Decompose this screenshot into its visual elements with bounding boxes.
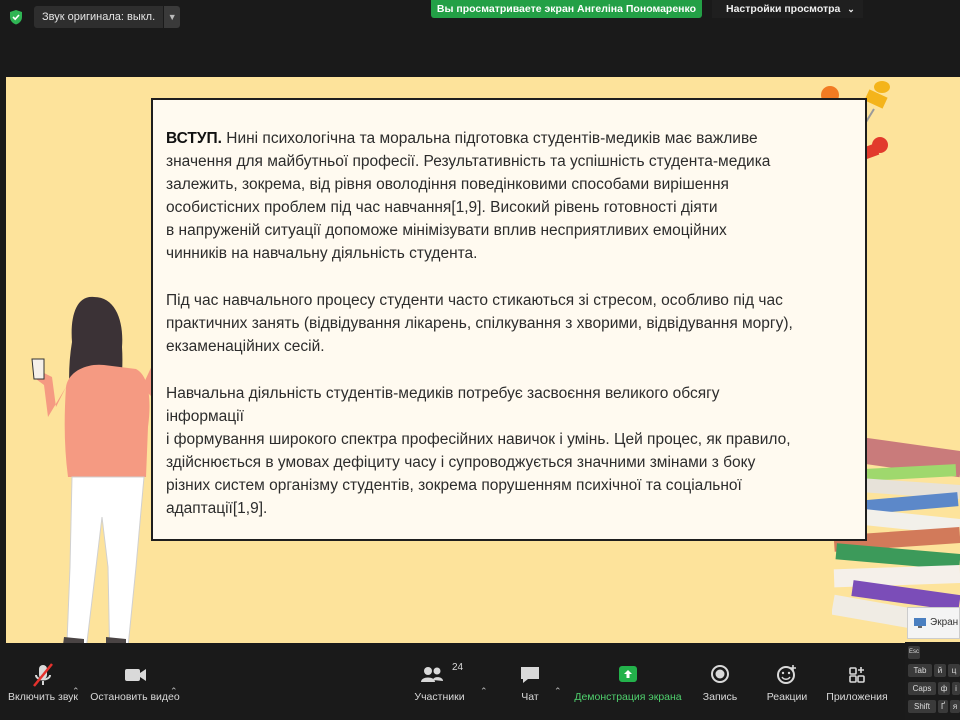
stop-video-label: Остановить видео bbox=[90, 691, 180, 703]
shared-screen-slide: ВСТУП. Нині психологічна та моральна під… bbox=[6, 77, 960, 643]
intro-heading: ВСТУП. bbox=[166, 130, 222, 147]
apps-button[interactable]: Приложения bbox=[826, 660, 888, 704]
original-audio-label[interactable]: Звук оригинала: выкл. bbox=[34, 6, 164, 28]
learning-paragraph: Навчальна діяльність студентів-медиків п… bbox=[166, 382, 791, 520]
slide-text-box: ВСТУП. Нині психологічна та моральна під… bbox=[151, 98, 867, 541]
key-letter[interactable]: ц bbox=[948, 664, 960, 677]
video-camera-icon bbox=[125, 669, 146, 681]
stress-paragraph: Під час навчального процесу студенти час… bbox=[166, 289, 793, 358]
microphone-muted-icon bbox=[33, 663, 53, 687]
screen-panel-label: Экран bbox=[930, 617, 959, 628]
participants-button[interactable]: 24 Участники bbox=[412, 660, 467, 704]
video-options-chevron-icon[interactable]: ⌃ bbox=[170, 686, 178, 697]
intro-line-1: Нині психологічна та моральна підготовка… bbox=[221, 130, 758, 147]
original-audio-dropdown[interactable]: Звук оригинала: выкл. ▼ bbox=[34, 6, 181, 28]
share-screen-label: Демонстрация экрана bbox=[574, 691, 682, 703]
learning-line-5: різних систем організму студентів, зокре… bbox=[166, 477, 742, 494]
audio-options-chevron-icon[interactable]: ⌃ bbox=[72, 686, 80, 697]
zoom-window: Звук оригинала: выкл. ▼ Вы просматривает… bbox=[0, 0, 960, 720]
stop-video-button[interactable]: Остановить видео bbox=[90, 660, 180, 704]
record-button[interactable]: Запись bbox=[698, 660, 742, 704]
chat-options-chevron-icon[interactable]: ⌃ bbox=[554, 686, 562, 697]
screen-thumbnail-panel[interactable]: Экран bbox=[907, 607, 960, 639]
participants-options-chevron-icon[interactable]: ⌃ bbox=[480, 686, 488, 697]
top-bar: Звук оригинала: выкл. ▼ Вы просматривает… bbox=[0, 0, 960, 34]
security-shield-icon[interactable] bbox=[8, 9, 24, 25]
learning-line-2: інформації bbox=[166, 408, 244, 425]
apps-label: Приложения bbox=[826, 691, 888, 703]
meeting-toolbar: Включить звук ⌃ Остановить видео ⌃ 24 Уч… bbox=[0, 650, 960, 720]
share-screen-button[interactable]: Демонстрация экрана bbox=[572, 660, 684, 704]
learning-line-3: і формування широкого спектра професійни… bbox=[166, 431, 791, 448]
key-letter[interactable]: ф bbox=[938, 682, 950, 695]
smiley-plus-icon bbox=[777, 665, 796, 684]
intro-paragraph: ВСТУП. Нині психологічна та моральна під… bbox=[166, 127, 770, 265]
apps-grid-icon bbox=[849, 667, 865, 683]
unmute-label: Включить звук bbox=[8, 691, 79, 703]
reactions-button[interactable]: Реакции bbox=[762, 660, 812, 704]
key-shift[interactable]: Shift bbox=[908, 700, 936, 713]
on-screen-keyboard[interactable]: Esc Tab й ц Caps ф і Shift Ґ я bbox=[905, 642, 960, 720]
participants-count: 24 bbox=[452, 662, 464, 673]
stress-line-2: практичних занять (відвідування лікарень… bbox=[166, 315, 793, 332]
record-label: Запись bbox=[702, 691, 738, 703]
stress-line-1: Під час навчального процесу студенти час… bbox=[166, 292, 783, 309]
intro-line-3: залежить, зокрема, від рівня оволодіння … bbox=[166, 176, 729, 193]
stress-line-3: екзаменаційних сесій. bbox=[166, 338, 325, 355]
screen-share-banner: Вы просматриваете экран Ангеліна Пономар… bbox=[431, 0, 702, 18]
key-tab[interactable]: Tab bbox=[908, 664, 932, 677]
share-screen-arrow-icon bbox=[619, 666, 637, 682]
key-letter[interactable]: й bbox=[934, 664, 946, 677]
view-settings-button[interactable]: Настройки просмотра ⌄ bbox=[712, 0, 863, 18]
learning-line-1: Навчальна діяльність студентів-медиків п… bbox=[166, 385, 720, 402]
learning-line-4: здійснюється в умовах дефіциту часу і су… bbox=[166, 454, 756, 471]
view-settings-label: Настройки просмотра bbox=[726, 3, 841, 15]
chat-bubble-icon bbox=[521, 667, 539, 683]
record-icon bbox=[711, 665, 729, 683]
key-letter[interactable]: і bbox=[952, 682, 960, 695]
key-letter[interactable]: я bbox=[950, 700, 960, 713]
intro-line-4: особистісних проблем під час навчання[1,… bbox=[166, 199, 718, 216]
chevron-down-icon[interactable]: ▼ bbox=[164, 6, 181, 28]
unmute-button[interactable]: Включить звук bbox=[8, 660, 78, 704]
intro-line-2: значення для майбутньої професії. Резуль… bbox=[166, 153, 771, 170]
reactions-label: Реакции bbox=[766, 691, 808, 703]
learning-line-6: адаптації[1,9]. bbox=[166, 500, 268, 517]
intro-line-5: в напруженій ситуації допоможе мінімізув… bbox=[166, 222, 727, 239]
monitor-icon bbox=[914, 618, 926, 628]
key-esc[interactable]: Esc bbox=[908, 646, 920, 659]
chat-button[interactable]: Чат bbox=[510, 660, 550, 704]
chat-label: Чат bbox=[521, 691, 539, 703]
key-letter[interactable]: Ґ bbox=[938, 700, 948, 713]
key-caps[interactable]: Caps bbox=[908, 682, 936, 695]
participants-icon bbox=[420, 667, 443, 682]
chevron-down-icon: ⌄ bbox=[847, 4, 855, 14]
participants-label: Участники bbox=[414, 691, 465, 703]
intro-line-6: чинників на навчальну діяльність студент… bbox=[166, 245, 478, 262]
